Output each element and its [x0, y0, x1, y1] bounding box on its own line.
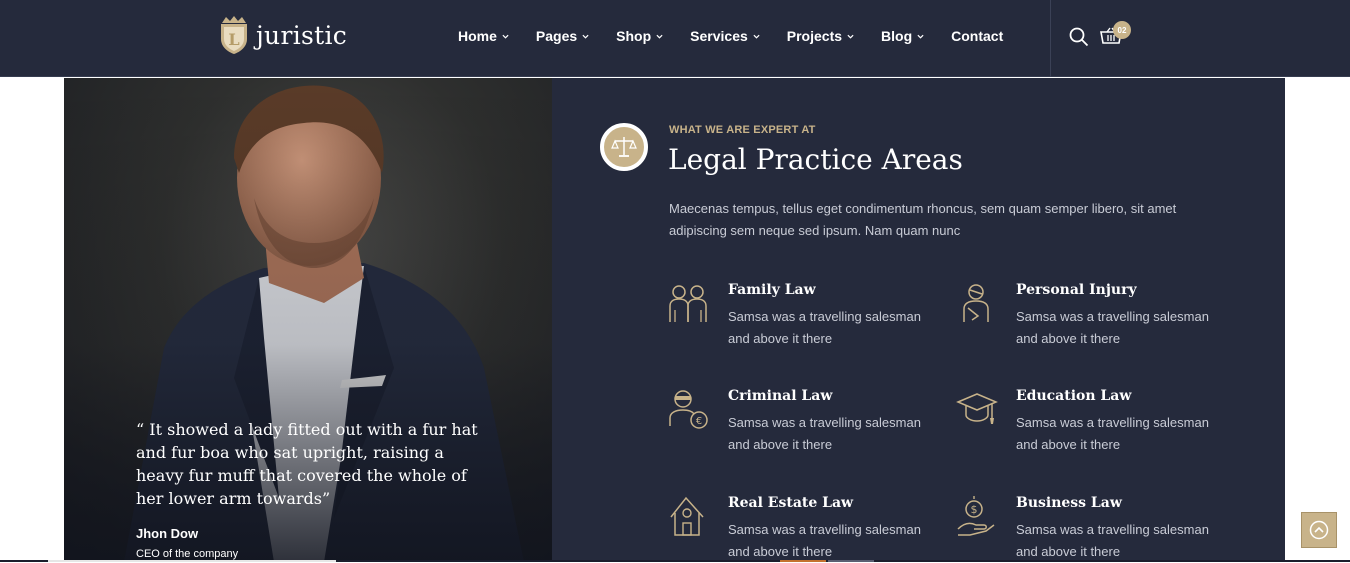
practice-text: Samsa was a travelling salesman and abov…	[1016, 415, 1209, 452]
nav-label: Services	[690, 28, 748, 44]
practice-text: Samsa was a travelling salesman and abov…	[1016, 309, 1209, 346]
practice-title: Family Law	[728, 282, 816, 298]
testimonial-author: Jhon Dow	[136, 526, 199, 541]
back-to-top-button[interactable]	[1301, 512, 1337, 548]
search-icon[interactable]	[1069, 27, 1089, 47]
practice-title: Business Law	[1016, 495, 1122, 511]
chevron-down-icon	[847, 34, 854, 39]
family-icon	[669, 285, 707, 322]
chevron-down-icon	[917, 34, 924, 39]
nav-item-contact[interactable]: Contact	[951, 28, 1003, 44]
practice-text: Samsa was a travelling salesman and abov…	[728, 415, 921, 452]
chevron-down-icon	[582, 34, 589, 39]
practice-text: Samsa was a travelling salesman and abov…	[728, 309, 921, 346]
graduation-cap-icon	[956, 393, 998, 424]
practice-title: Real Estate Law	[728, 495, 854, 511]
chevron-down-icon	[753, 34, 760, 39]
nav-label: Blog	[881, 28, 913, 44]
nav-item-home[interactable]: Home	[458, 28, 509, 44]
section-description: Maecenas tempus, tellus eget condimentum…	[669, 201, 1177, 238]
nav-item-projects[interactable]: Projects	[787, 28, 854, 44]
nav-label: Pages	[535, 28, 578, 44]
criminal-icon: €	[669, 390, 708, 429]
main-nav: Home Pages Shop Services Projects Blog C…	[458, 28, 1003, 44]
scales-emblem	[600, 123, 648, 171]
nav-label: Home	[458, 28, 497, 44]
header-divider	[1050, 0, 1051, 77]
house-icon	[670, 496, 704, 536]
practice-text: Samsa was a travelling salesman and abov…	[728, 522, 921, 559]
practice-text: Samsa was a travelling salesman and abov…	[1016, 522, 1209, 559]
nav-label: Shop	[616, 28, 652, 44]
cart-count-badge: 02	[1113, 21, 1131, 39]
scales-of-justice-icon	[611, 137, 637, 157]
logo[interactable]: L juristic	[218, 15, 347, 55]
testimonial-quote: “ It showed a lady fitted out with a fur…	[136, 420, 478, 508]
brand-name: juristic	[256, 20, 348, 50]
chevron-up-circle-icon	[1309, 520, 1329, 540]
injury-icon	[963, 284, 989, 322]
site-header: L juristic Home Pages Shop Services Proj…	[0, 0, 1350, 77]
nav-item-pages[interactable]: Pages	[536, 28, 589, 44]
practice-title: Criminal Law	[728, 388, 833, 404]
logo-letter: L	[228, 30, 239, 49]
section-title: Legal Practice Areas	[668, 143, 963, 176]
svg-text:$: $	[971, 503, 978, 516]
practice-title: Personal Injury	[1016, 282, 1137, 298]
svg-text:€: €	[696, 416, 702, 427]
logo-shield-icon: L	[221, 16, 247, 54]
nav-label: Projects	[786, 28, 843, 44]
nav-item-shop[interactable]: Shop	[616, 28, 663, 44]
chevron-down-icon	[656, 34, 663, 39]
practice-title: Education Law	[1016, 388, 1132, 404]
nav-item-blog[interactable]: Blog	[881, 28, 924, 44]
chevron-down-icon	[502, 34, 509, 39]
testimonial-role: CEO of the company	[136, 548, 239, 560]
section-eyebrow: WHAT WE ARE EXPERT AT	[669, 124, 816, 136]
nav-label: Contact	[951, 28, 1004, 44]
money-hand-icon: $	[957, 496, 995, 536]
nav-item-services[interactable]: Services	[690, 28, 760, 44]
